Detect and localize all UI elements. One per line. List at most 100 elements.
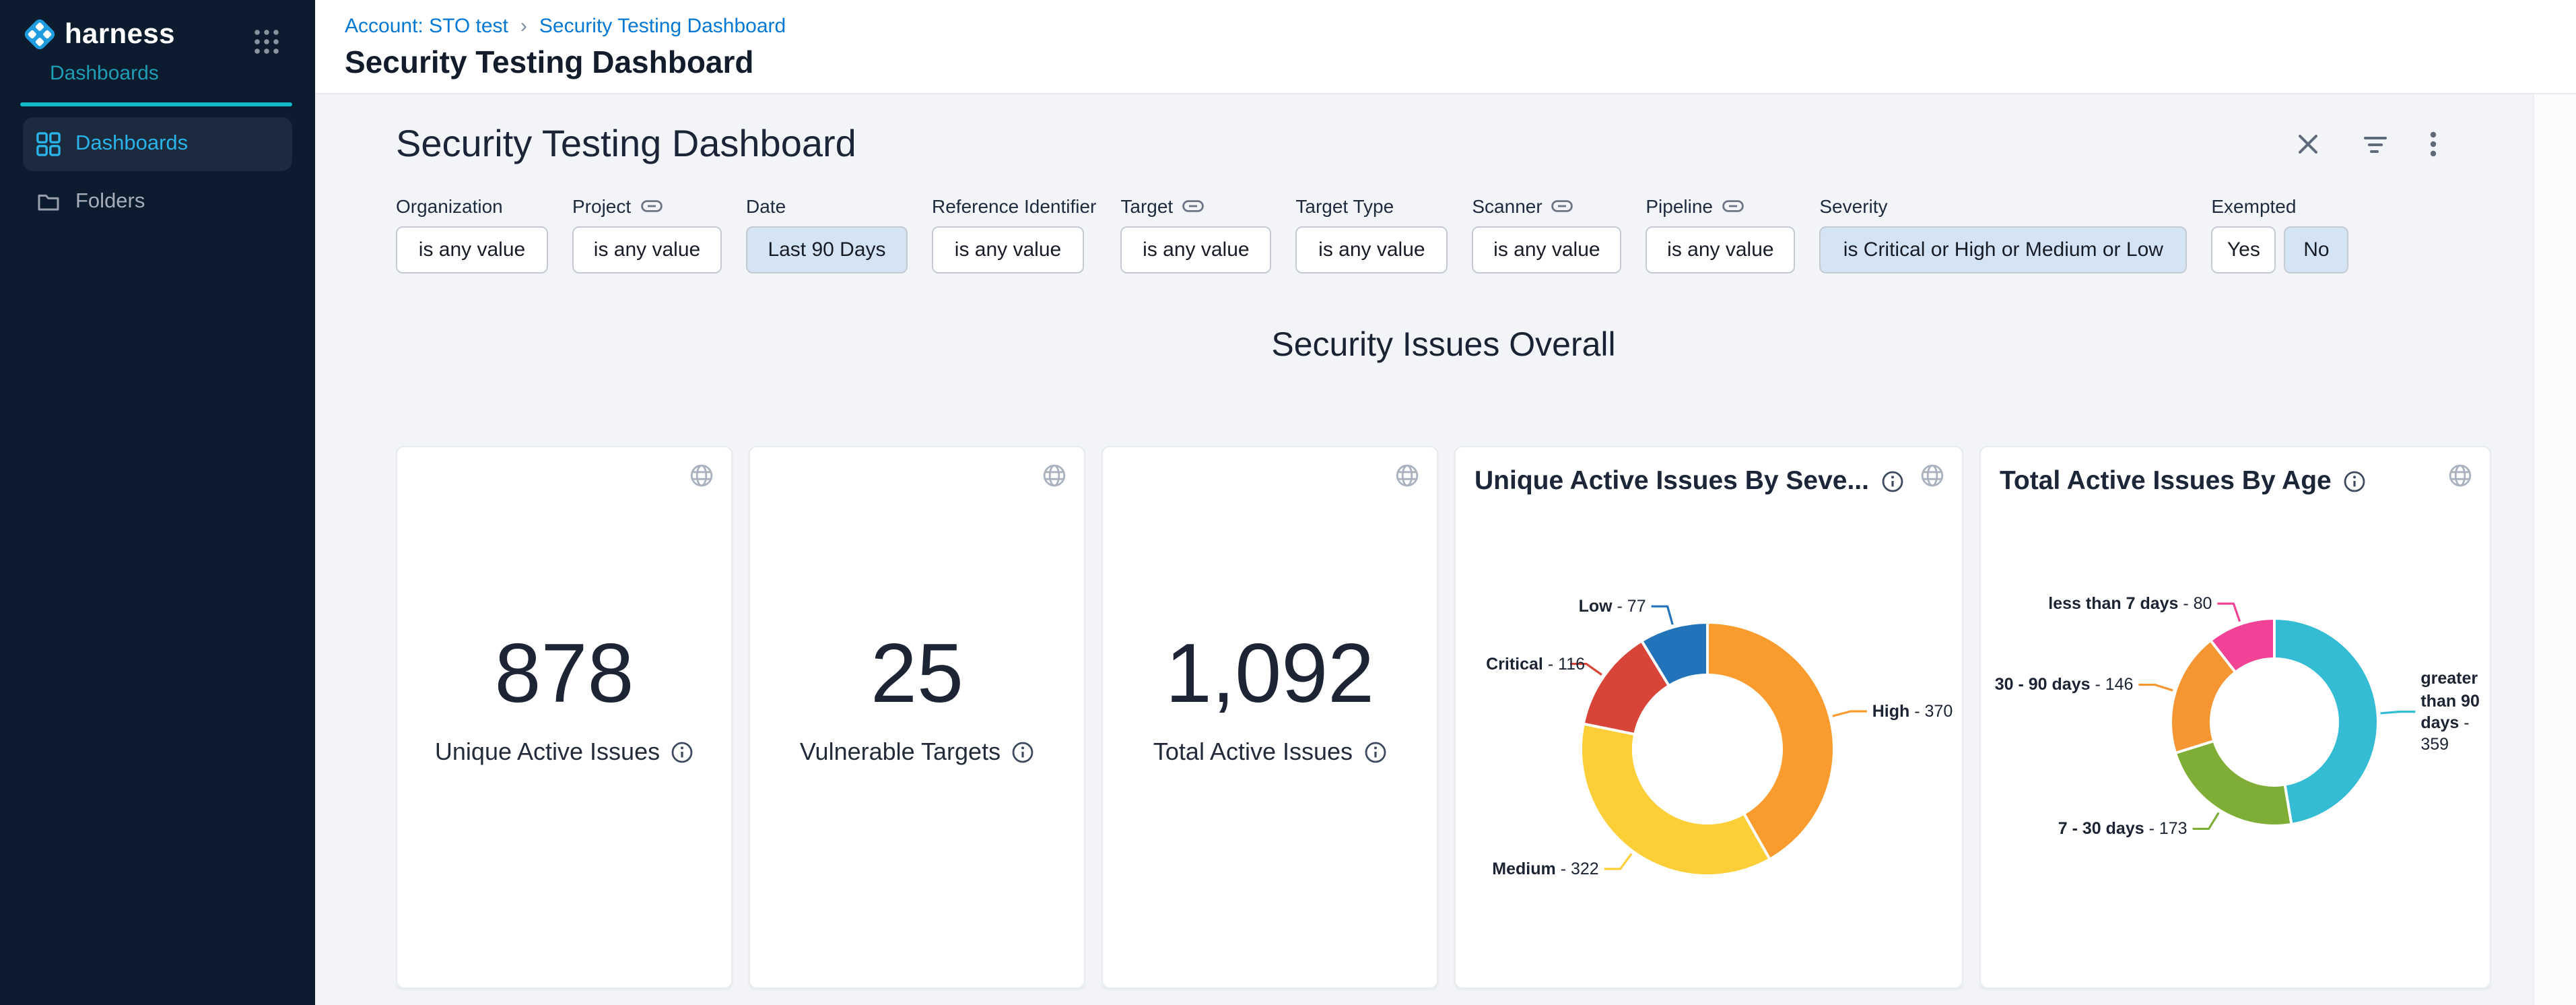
module-grid-icon[interactable] (253, 28, 280, 55)
filter-organization-value[interactable]: is any value (396, 226, 548, 273)
donut-slice-greater-than-90-days (2274, 618, 2378, 824)
filter-reference-identifier-value[interactable]: is any value (932, 226, 1084, 273)
chart-title: Unique Active Issues By Seve... (1475, 466, 1869, 497)
dashboard-content: Security Testing Dashboard Organizat (315, 94, 2576, 1005)
donut-slice-label: Medium - 322 (1492, 858, 1598, 880)
filter-label: Exempted (2211, 195, 2296, 217)
info-icon[interactable] (671, 741, 693, 764)
donut-slice-label: Critical - 116 (1486, 653, 1585, 675)
link-icon (1182, 199, 1204, 213)
filter-label: Project (572, 195, 631, 217)
sidebar-divider (20, 102, 292, 106)
globe-icon[interactable] (1395, 463, 1419, 494)
section-title: Security Issues Overall (396, 325, 2491, 365)
donut-slice-label: greater than 90 days - 359 (2420, 668, 2488, 756)
sidebar-item-folders[interactable]: Folders (23, 175, 292, 229)
donut-slice-medium (1581, 724, 1770, 876)
sidebar-nav: Dashboards Folders (0, 117, 315, 229)
donut-slice-label: Low - 77 (1579, 595, 1646, 618)
link-icon (640, 199, 662, 213)
donut-slice-label: High - 370 (1872, 701, 1953, 723)
filter-severity-value[interactable]: is Critical or High or Medium or Low (1819, 226, 2187, 273)
info-icon[interactable] (1363, 741, 1386, 764)
dashboard-title: Security Testing Dashboard (396, 123, 856, 166)
filter-label: Date (746, 195, 786, 217)
filter-pipeline-value[interactable]: is any value (1646, 226, 1795, 273)
breadcrumb-account-link[interactable]: Account: STO test (345, 15, 508, 38)
filter-exempted-yes[interactable]: Yes (2211, 226, 2276, 273)
dashboard-header-row: Security Testing Dashboard (396, 123, 2491, 166)
brand-name: harness (65, 18, 175, 51)
filter-scanner-value[interactable]: is any value (1472, 226, 1621, 273)
filter-label: Pipeline (1646, 195, 1713, 217)
sidebar-header: harness Dashboards (0, 0, 315, 102)
filter-label: Reference Identifier (932, 195, 1096, 217)
dashboard-actions (2295, 131, 2437, 158)
filter-date: Date Last 90 Days (746, 195, 908, 273)
metric-value: 878 (495, 633, 634, 717)
metric-value: 25 (871, 633, 963, 717)
link-icon (1722, 199, 1744, 213)
filter-label: Severity (1819, 195, 1887, 217)
donut-leader-line (1833, 711, 1867, 716)
dashboards-icon (36, 132, 61, 156)
info-icon[interactable] (1011, 741, 1034, 764)
close-icon[interactable] (2295, 131, 2321, 158)
tile-vulnerable-targets: 25 Vulnerable Targets (749, 446, 1085, 989)
link-icon (1552, 199, 1573, 213)
breadcrumb: Account: STO test › Security Testing Das… (345, 15, 2576, 38)
sidebar: harness Dashboards (0, 0, 315, 1005)
sidebar-item-label: Dashboards (75, 132, 188, 156)
metric-label: Vulnerable Targets (800, 738, 1034, 767)
filter-target: Target is any value (1120, 195, 1271, 273)
donut-leader-line (2217, 604, 2239, 621)
sidebar-item-dashboards[interactable]: Dashboards (23, 117, 292, 171)
severity-donut-chart[interactable]: High - 370 Medium - 322 Critical - 116 Low … (1456, 447, 1962, 987)
filter-target-type: Target Type is any value (1295, 195, 1448, 273)
filter-bar: Organization is any value Project is any… (396, 195, 2491, 273)
filter-exempted-no[interactable]: No (2284, 226, 2348, 273)
tile-total-active-issues: 1,092 Total Active Issues (1101, 446, 1438, 989)
filter-target-type-value[interactable]: is any value (1295, 226, 1448, 273)
filter-label: Target Type (1295, 195, 1394, 217)
globe-icon[interactable] (689, 463, 714, 494)
globe-icon[interactable] (1042, 463, 1066, 494)
donut-leader-line (2193, 813, 2219, 829)
donut-leader-line (1604, 853, 1631, 869)
tile-total-active-issues-by-age: Total Active Issues By Age greater than … (1979, 446, 2491, 989)
tiles-row: 878 Unique Active Issues 25 Vulnerable T… (396, 446, 2491, 989)
scrollbar-track[interactable] (2533, 94, 2576, 1005)
filter-label: Scanner (1472, 195, 1542, 217)
donut-leader-line (2138, 685, 2173, 690)
filter-severity: Severity is Critical or High or Medium o… (1819, 195, 2187, 273)
donut-slice-label: less than 7 days - 80 (2048, 593, 2212, 615)
donut-svg (1981, 447, 2490, 987)
donut-slice-label: 7 - 30 days - 173 (2058, 818, 2188, 840)
filter-reference-identifier: Reference Identifier is any value (932, 195, 1096, 273)
chart-title: Total Active Issues By Age (2000, 466, 2332, 497)
sidebar-item-label: Folders (75, 190, 145, 214)
folder-icon (36, 190, 61, 214)
filter-target-value[interactable]: is any value (1120, 226, 1271, 273)
page-title: Security Testing Dashboard (345, 44, 2576, 81)
breadcrumb-page-link[interactable]: Security Testing Dashboard (539, 15, 786, 38)
filter-icon[interactable] (2362, 131, 2389, 158)
age-donut-chart[interactable]: greater than 90 days - 359 7 - 30 days - … (1981, 447, 2490, 987)
harness-logo-icon (22, 16, 58, 53)
info-icon[interactable] (2344, 470, 2367, 493)
filter-project-value[interactable]: is any value (572, 226, 722, 273)
app-root: harness Dashboards (0, 0, 2576, 1005)
filter-date-value[interactable]: Last 90 Days (746, 226, 908, 273)
breadcrumb-separator-icon: › (520, 15, 527, 38)
donut-slice-label: 30 - 90 days - 146 (1995, 674, 2134, 696)
main-area: Account: STO test › Security Testing Das… (315, 0, 2576, 1005)
tile-unique-active-issues: 878 Unique Active Issues (396, 446, 733, 989)
chart-title-row: Total Active Issues By Age (1981, 447, 2490, 497)
more-options-icon[interactable] (2429, 131, 2437, 158)
product-name: Dashboards (50, 62, 294, 85)
filter-exempted: Exempted Yes No (2211, 195, 2348, 273)
filter-label: Target (1120, 195, 1173, 217)
info-icon[interactable] (1881, 470, 1904, 493)
metric-label: Unique Active Issues (435, 738, 693, 767)
tile-unique-active-issues-by-severity: Unique Active Issues By Seve... High - 3… (1454, 446, 1963, 989)
